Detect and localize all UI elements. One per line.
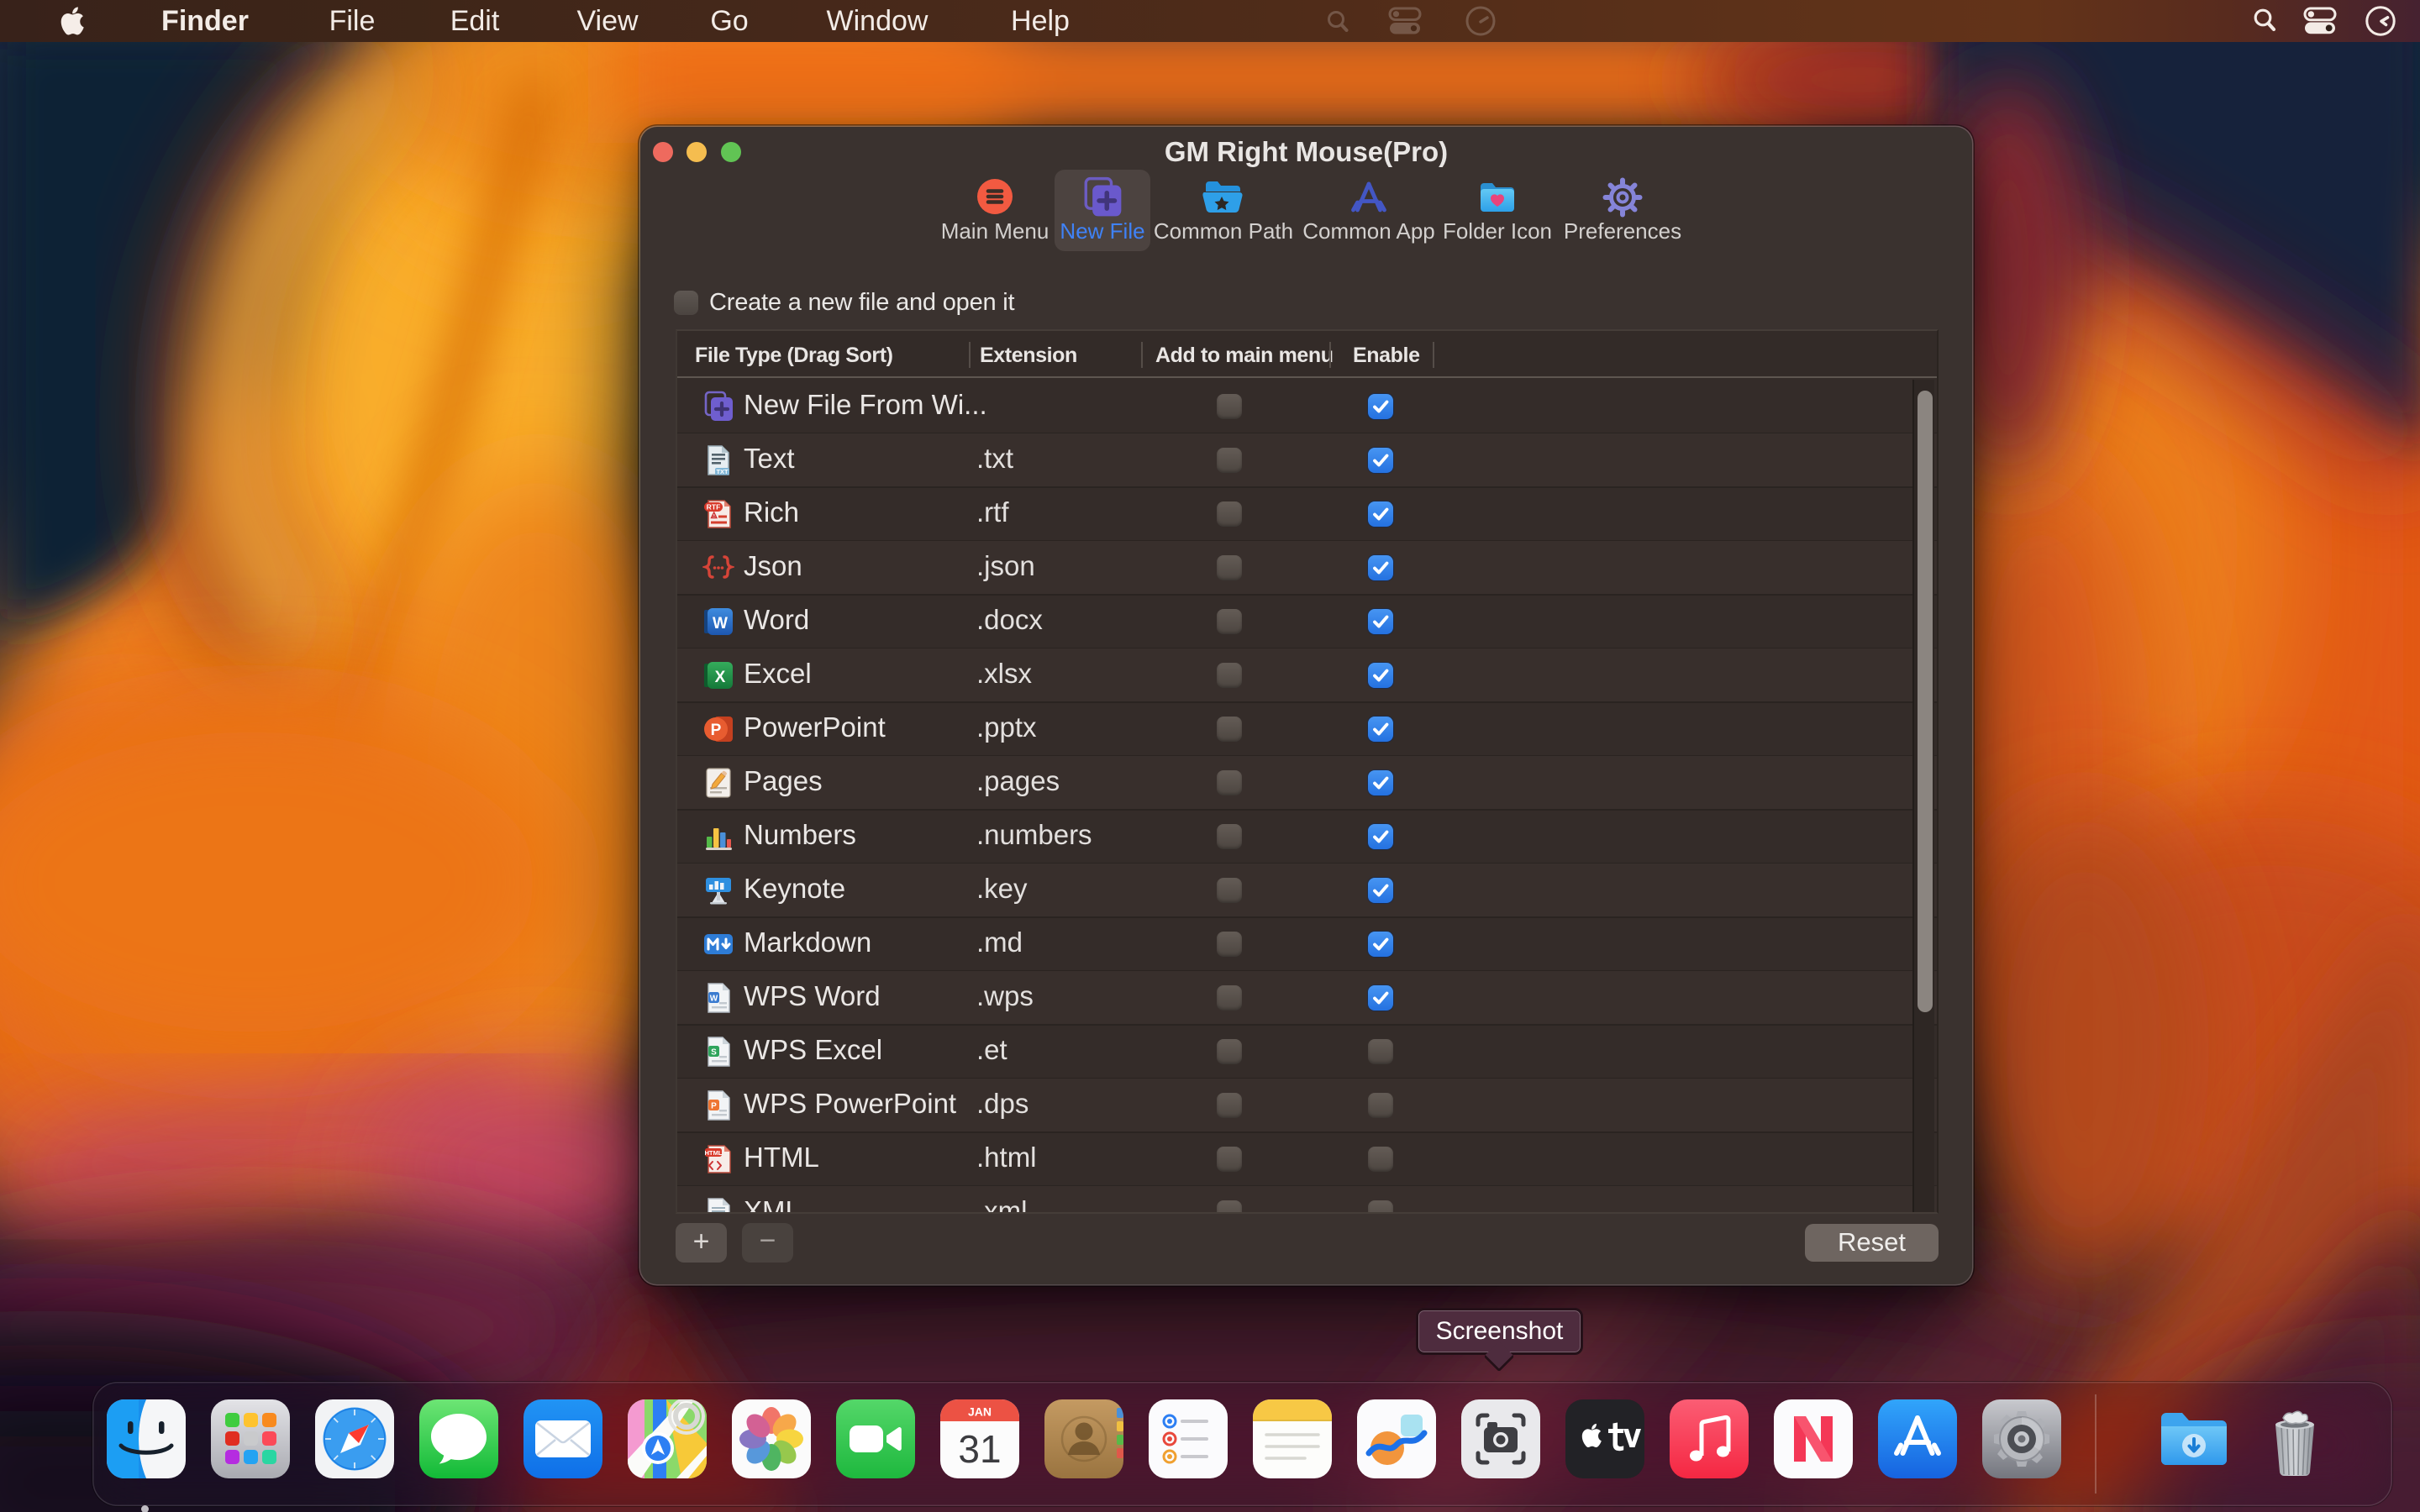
svg-text:JAN: JAN — [968, 1405, 992, 1419]
svg-text:31: 31 — [958, 1427, 1001, 1471]
